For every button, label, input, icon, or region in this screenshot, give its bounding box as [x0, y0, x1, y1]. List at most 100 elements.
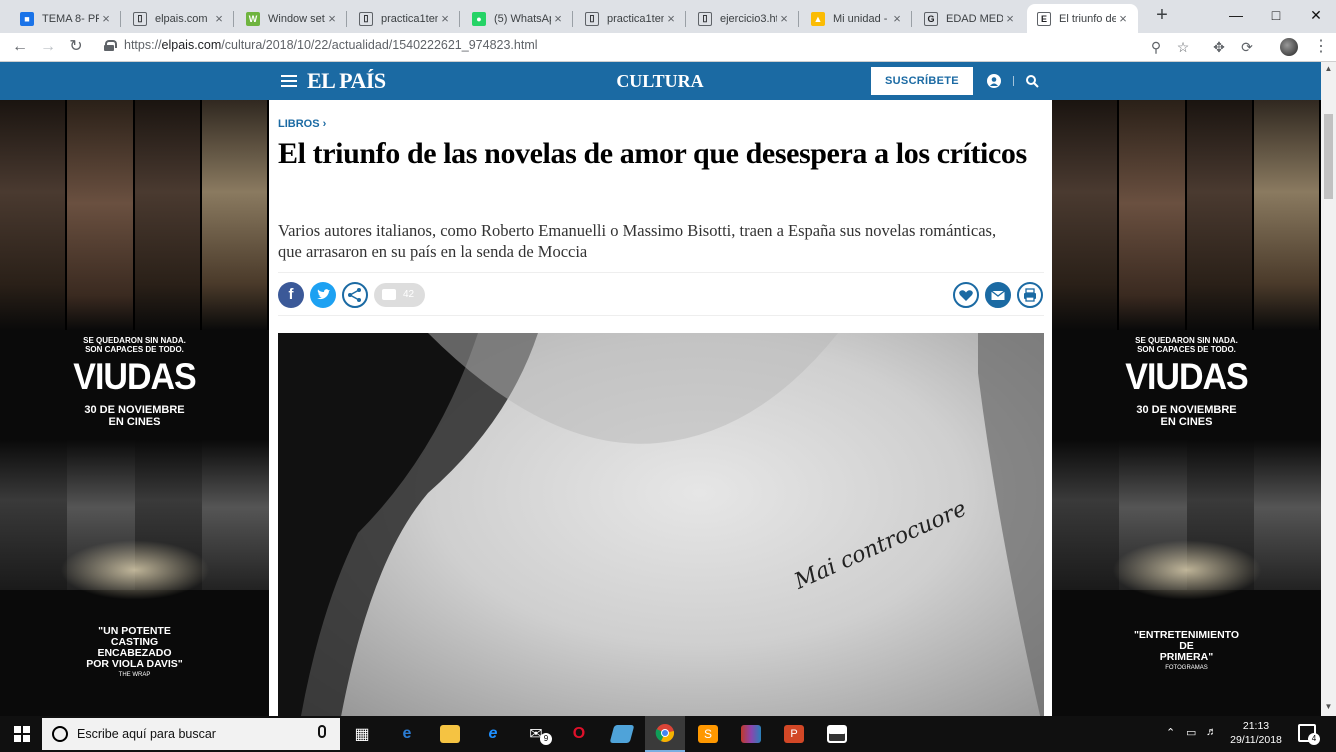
browser-tab[interactable]: ▯ ejercicio3.ht × — [688, 4, 799, 33]
photos-icon[interactable] — [817, 716, 857, 752]
scroll-down-icon[interactable]: ▼ — [1324, 702, 1333, 711]
powerpoint-icon[interactable]: P — [774, 716, 814, 752]
forward-button[interactable]: → — [37, 36, 59, 58]
hamburger-menu-icon[interactable] — [281, 75, 297, 87]
network-icon[interactable]: ▭ — [1186, 726, 1196, 739]
tab-close-icon[interactable]: × — [1003, 11, 1017, 26]
tab-close-icon[interactable]: × — [551, 11, 565, 26]
address-bar[interactable]: https://elpais.com/cultura/2018/10/22/ac… — [104, 38, 538, 52]
tab-title: practica1ten — [607, 12, 664, 25]
print-icon[interactable] — [1017, 282, 1043, 308]
extension-move-icon[interactable]: ✥ — [1210, 38, 1228, 56]
microphone-icon[interactable] — [318, 725, 326, 738]
extension-refresh-icon[interactable]: ⟳ — [1238, 38, 1256, 56]
tab-close-icon[interactable]: × — [777, 11, 791, 26]
tab-close-icon[interactable]: × — [664, 11, 678, 26]
minimize-button[interactable]: — — [1216, 0, 1256, 30]
bookmark-star-icon[interactable]: ☆ — [1174, 38, 1192, 56]
maximize-button[interactable]: □ — [1256, 0, 1296, 30]
share-icon[interactable] — [342, 282, 368, 308]
url-path: /cultura/2018/10/22/actualidad/154022262… — [221, 38, 538, 52]
article-photo[interactable]: Mai controcuore — [278, 333, 1044, 716]
site-logo[interactable]: EL PAÍS — [307, 68, 386, 94]
notification-count: 4 — [1308, 733, 1320, 745]
winrar-icon[interactable] — [731, 716, 771, 752]
browser-tab[interactable]: E El triunfo de × — [1027, 4, 1138, 33]
subscribe-button[interactable]: SUSCRÍBETE — [871, 67, 973, 95]
tab-favicon-icon: ● — [472, 11, 486, 26]
tab-close-icon[interactable]: × — [99, 11, 113, 26]
opera-icon[interactable]: O — [559, 716, 599, 752]
page-viewport: EL PAÍS CULTURA SUSCRÍBETE SE QUEDARON S… — [0, 62, 1321, 716]
action-center-icon[interactable]: 4 — [1298, 724, 1320, 745]
reload-button[interactable]: ↻ — [65, 36, 87, 58]
scroll-up-icon[interactable]: ▲ — [1324, 64, 1333, 73]
email-share-icon[interactable] — [985, 282, 1011, 308]
tab-close-icon[interactable]: × — [212, 11, 226, 26]
url-domain: elpais.com — [161, 38, 222, 52]
comments-button[interactable]: 42 — [374, 283, 425, 307]
tab-close-icon[interactable]: × — [438, 11, 452, 26]
internet-explorer-icon[interactable]: e — [473, 716, 513, 752]
tab-favicon-icon: ▯ — [133, 11, 147, 26]
favorite-heart-icon[interactable] — [953, 282, 979, 308]
url-scheme: https:// — [124, 38, 162, 52]
site-header: EL PAÍS CULTURA SUSCRÍBETE — [0, 62, 1321, 100]
task-view-icon[interactable]: ▦ — [342, 716, 382, 752]
new-tab-button[interactable]: + — [1150, 4, 1174, 28]
tab-title: TEMA 8- PR — [42, 12, 99, 25]
tab-favicon-icon: ■ — [20, 11, 34, 26]
comment-bubble-icon — [382, 289, 396, 300]
header-divider — [1013, 76, 1014, 86]
ad-title: VIUDAS — [73, 356, 196, 398]
profile-avatar[interactable] — [1280, 38, 1298, 56]
notepad-icon[interactable] — [602, 716, 642, 752]
tab-separator — [120, 11, 121, 27]
article-kicker[interactable]: LIBROS › — [278, 118, 326, 130]
browser-tab[interactable]: W Window set × — [236, 4, 347, 33]
browser-menu-icon[interactable]: ⋮ — [1313, 38, 1329, 56]
edge-icon[interactable]: e — [387, 716, 427, 752]
windows-start-icon[interactable] — [14, 726, 30, 742]
page-scrollbar[interactable]: ▲ ▼ — [1321, 62, 1336, 716]
ad-tagline: SE QUEDARON SIN NADA. SON CAPACES DE TODO… — [1135, 336, 1238, 354]
tab-close-icon[interactable]: × — [890, 11, 904, 26]
browser-tab[interactable]: G EDAD MEDI × — [914, 4, 1025, 33]
tab-favicon-icon: ▯ — [698, 11, 712, 26]
tab-title: El triunfo de — [1059, 12, 1116, 25]
browser-tab[interactable]: ▯ practica1ten × — [349, 4, 460, 33]
scrollbar-thumb[interactable] — [1324, 114, 1333, 199]
volume-icon[interactable]: ♬ — [1206, 726, 1217, 738]
ad-quote: "ENTRETENIMIENTO DE PRIMERA" — [1133, 629, 1240, 663]
tray-chevron-icon[interactable]: ⌃ — [1166, 726, 1175, 739]
back-button[interactable]: ← — [9, 36, 31, 58]
tab-close-icon[interactable]: × — [1116, 11, 1130, 26]
right-ad-banner[interactable]: SE QUEDARON SIN NADA. SON CAPACES DE TODO… — [1052, 100, 1321, 716]
taskbar-clock[interactable]: 21:13 29/11/2018 — [1226, 719, 1286, 747]
tab-title: Mi unidad - — [833, 12, 888, 25]
browser-tab[interactable]: ● (5) WhatsAp × — [462, 4, 573, 33]
twitter-share-icon[interactable] — [310, 282, 336, 308]
article-headline: El triunfo de las novelas de amor que de… — [278, 137, 1027, 170]
chrome-icon[interactable] — [645, 716, 685, 752]
browser-toolbar: ← → ↻ https://elpais.com/cultura/2018/10… — [0, 33, 1336, 62]
clock-time: 21:13 — [1242, 720, 1270, 732]
facebook-share-icon[interactable]: f — [278, 282, 304, 308]
section-title[interactable]: CULTURA — [560, 71, 760, 92]
file-explorer-icon[interactable] — [430, 716, 470, 752]
close-window-button[interactable]: ✕ — [1296, 0, 1336, 30]
search-icon[interactable] — [1025, 74, 1039, 88]
browser-tab[interactable]: ■ TEMA 8- PR × — [10, 4, 121, 33]
tab-favicon-icon: ▲ — [811, 11, 825, 26]
left-ad-banner[interactable]: SE QUEDARON SIN NADA. SON CAPACES DE TODO… — [0, 100, 269, 716]
zoom-icon[interactable]: ⚲ — [1147, 38, 1165, 56]
taskbar-search-box[interactable]: Escribe aquí para buscar — [42, 718, 340, 750]
mail-icon[interactable]: ✉ 9 — [516, 716, 556, 752]
browser-tab[interactable]: ▯ elpais.com × — [123, 4, 234, 33]
sublime-text-icon[interactable]: S — [688, 716, 728, 752]
browser-tab[interactable]: ▯ practica1ten × — [575, 4, 686, 33]
article-column: LIBROS › El triunfo de las novelas de am… — [269, 100, 1052, 716]
browser-tab[interactable]: ▲ Mi unidad - × — [801, 4, 912, 33]
tab-close-icon[interactable]: × — [325, 11, 339, 26]
user-icon[interactable] — [987, 74, 1001, 88]
